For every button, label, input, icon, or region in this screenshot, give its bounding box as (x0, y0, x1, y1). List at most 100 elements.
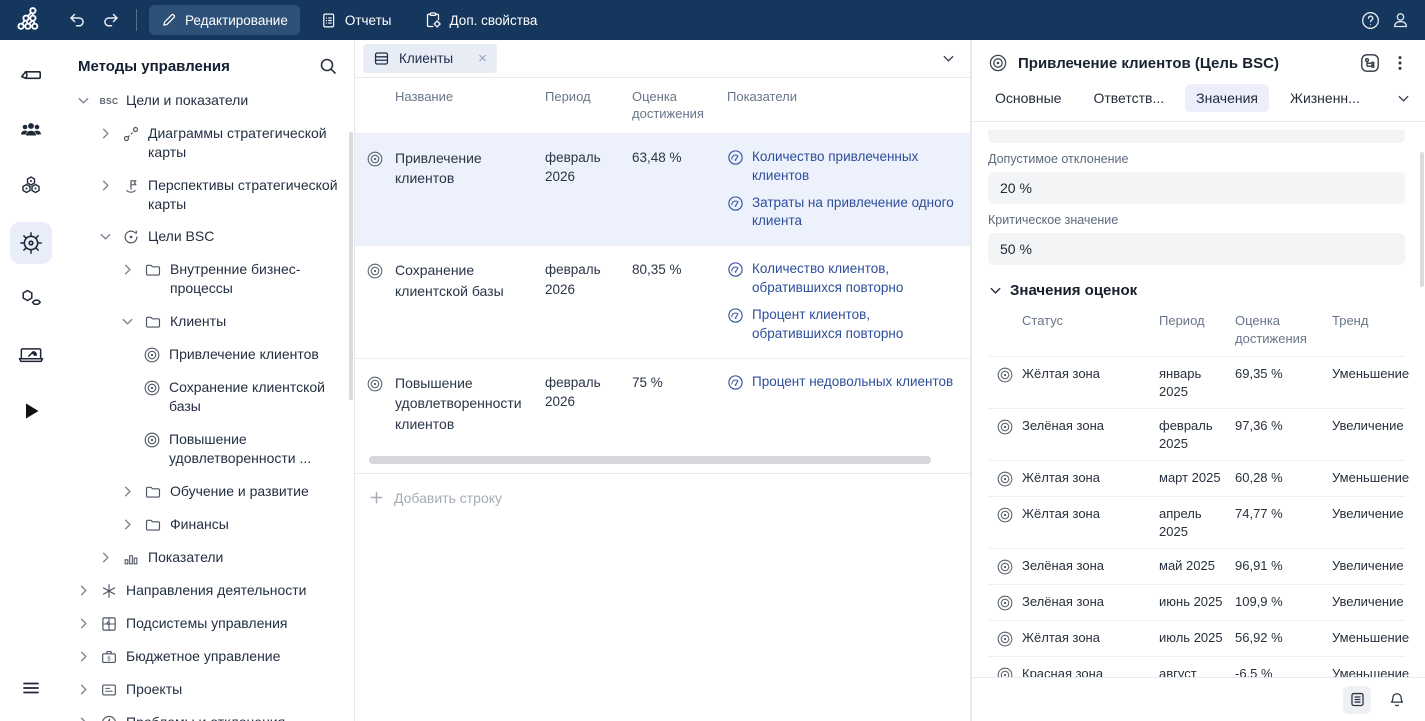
menu-icon[interactable] (10, 667, 52, 709)
tree-item[interactable]: Обучение и развитие (62, 475, 354, 508)
chevron-right-icon[interactable] (76, 649, 92, 664)
inspector-tab[interactable]: Значения (1185, 84, 1269, 112)
indicator-link[interactable]: Затраты на привлечение одного клиента (727, 194, 958, 232)
tree-item[interactable]: Перспективы стратегической карты (62, 169, 354, 221)
inspector-tab[interactable]: Основные (984, 84, 1072, 112)
tree-scrollbar[interactable] (349, 132, 353, 400)
chevron-right-icon[interactable] (98, 126, 114, 141)
tree-item[interactable]: Проекты (62, 673, 354, 706)
tree-item[interactable]: Повышение удовлетворенности ... (62, 423, 354, 475)
tree-item[interactable]: Внутренние бизнес-процессы (62, 253, 354, 305)
status-label: Зелёная зона (1022, 417, 1159, 452)
document-list-icon[interactable] (1343, 686, 1371, 714)
helm-icon[interactable] (10, 222, 52, 264)
value-row[interactable]: Жёлтая зона март 2025 60,28 % Уменьшение (988, 460, 1405, 496)
trend-label: Уменьшение (1332, 629, 1417, 648)
value-row[interactable]: Жёлтая зона июль 2025 56,92 % Уменьшение (988, 620, 1405, 656)
methods-tree-panel: Методы управления BSCЦели и показателиДи… (62, 40, 355, 721)
undo-button[interactable] (62, 5, 92, 35)
tree-item-label: Диаграммы стратегической карты (148, 124, 346, 162)
indicator-label: Количество клиентов, обратившихся повтор… (752, 260, 958, 298)
goal-period: февраль 2026 (545, 373, 632, 434)
tree-item[interactable]: Клиенты (62, 305, 354, 338)
chevron-right-icon[interactable] (120, 484, 136, 499)
chevron-down-icon[interactable] (1396, 91, 1411, 106)
score-label: 69,35 % (1235, 365, 1332, 400)
section-values[interactable]: Значения оценок (988, 282, 1405, 299)
launch-demo-icon[interactable] (10, 334, 52, 376)
edit-mode-label: Редактирование (185, 13, 288, 28)
honeycomb-icon[interactable] (10, 166, 52, 208)
goal-row[interactable]: Повышение удовлетворенности клиентов фев… (355, 358, 970, 448)
search-icon[interactable] (318, 56, 338, 76)
app-logo-icon (0, 5, 62, 35)
chevron-down-icon[interactable] (76, 93, 92, 108)
reports-button[interactable]: Отчеты (308, 5, 404, 36)
value-row[interactable]: Жёлтая зона апрель 2025 74,77 % Увеличен… (988, 496, 1405, 548)
tree-item[interactable]: Диаграммы стратегической карты (62, 117, 354, 169)
bell-icon[interactable] (1383, 686, 1411, 714)
hierarchy-icon[interactable] (1359, 52, 1381, 74)
goal-name: Сохранение клиентской базы (395, 260, 545, 344)
indicator-link[interactable]: Количество клиентов, обратившихся повтор… (727, 260, 958, 298)
banner-icon[interactable] (10, 54, 52, 96)
tree-item[interactable]: Направления деятельности (62, 574, 354, 607)
indicator-link[interactable]: Процент клиентов, обратившихся повторно (727, 306, 958, 344)
inspector-tab[interactable]: Жизненн... (1279, 84, 1371, 112)
chevron-right-icon[interactable] (120, 517, 136, 532)
tree-item[interactable]: Показатели (62, 541, 354, 574)
tree-item[interactable]: Сохранение клиентской базы (62, 371, 354, 423)
status-bullseye-icon (988, 665, 1022, 677)
tree-item[interactable]: BSCЦели и показатели (62, 84, 354, 117)
value-row[interactable]: Зелёная зона февраль 2025 97,36 % Увелич… (988, 408, 1405, 460)
chevron-right-icon[interactable] (98, 550, 114, 565)
chevron-right-icon[interactable] (120, 262, 136, 277)
redo-button[interactable] (96, 5, 126, 35)
chevron-down-icon[interactable] (98, 229, 114, 244)
user-icon[interactable] (1385, 5, 1415, 35)
value-row[interactable]: Зелёная зона июнь 2025 109,9 % Увеличени… (988, 584, 1405, 620)
horizontal-scrollbar[interactable] (369, 456, 948, 464)
tree-item[interactable]: Цели BSC (62, 220, 354, 253)
indicator-link[interactable]: Процент недовольных клиентов (727, 373, 958, 392)
goal-row[interactable]: Привлечение клиентов февраль 2026 63,48 … (355, 133, 970, 246)
help-icon[interactable] (1355, 5, 1385, 35)
edit-mode-button[interactable]: Редактирование (149, 5, 300, 35)
tree-item[interactable]: Подсистемы управления (62, 607, 354, 640)
gauge-icon (727, 260, 744, 298)
chevron-down-icon[interactable] (941, 51, 956, 66)
goal-name: Привлечение клиентов (395, 148, 545, 232)
extra-properties-button[interactable]: Доп. свойства (412, 4, 550, 36)
tolerance-field[interactable]: 20 % (988, 172, 1405, 204)
tree-item[interactable]: Проблемы и отклонения (62, 706, 354, 721)
play-icon[interactable] (10, 390, 52, 432)
chevron-right-icon[interactable] (76, 715, 92, 721)
close-icon[interactable]: × (478, 51, 487, 66)
kebab-menu-icon[interactable] (1391, 54, 1409, 72)
inspector-scrollbar[interactable] (1420, 152, 1424, 287)
value-row[interactable]: Красная зона август 2025 -6,5 % Уменьшен… (988, 656, 1405, 677)
column-header: Оценка достижения (632, 89, 727, 123)
chevron-down-icon[interactable] (120, 314, 136, 329)
value-row[interactable]: Жёлтая зона январь 2025 69,35 % Уменьшен… (988, 356, 1405, 408)
team-icon[interactable] (10, 110, 52, 152)
period-label: июнь 2025 (1159, 593, 1235, 612)
value-row[interactable]: Зелёная зона май 2025 96,91 % Увеличение (988, 548, 1405, 584)
goal-row[interactable]: Сохранение клиентской базы февраль 2026 … (355, 245, 970, 358)
indicator-link[interactable]: Количество привлеченных клиентов (727, 148, 958, 186)
chevron-right-icon[interactable] (76, 583, 92, 598)
shapes-icon[interactable] (10, 278, 52, 320)
tree-item[interactable]: Финансы (62, 508, 354, 541)
column-header: Период (545, 89, 632, 123)
tree-item[interactable]: $Бюджетное управление (62, 640, 354, 673)
tree-item[interactable]: Привлечение клиентов (62, 338, 354, 371)
add-row-button[interactable]: Добавить строку (355, 474, 970, 522)
topbar-divider (136, 9, 137, 31)
chevron-right-icon[interactable] (76, 682, 92, 697)
critical-value-field[interactable]: 50 % (988, 233, 1405, 265)
tab-clients[interactable]: Клиенты × (363, 44, 497, 73)
chevron-right-icon[interactable] (98, 178, 114, 193)
inspector-tab[interactable]: Ответств... (1082, 84, 1175, 112)
chevron-right-icon[interactable] (76, 616, 92, 631)
clipped-field (988, 130, 1405, 143)
